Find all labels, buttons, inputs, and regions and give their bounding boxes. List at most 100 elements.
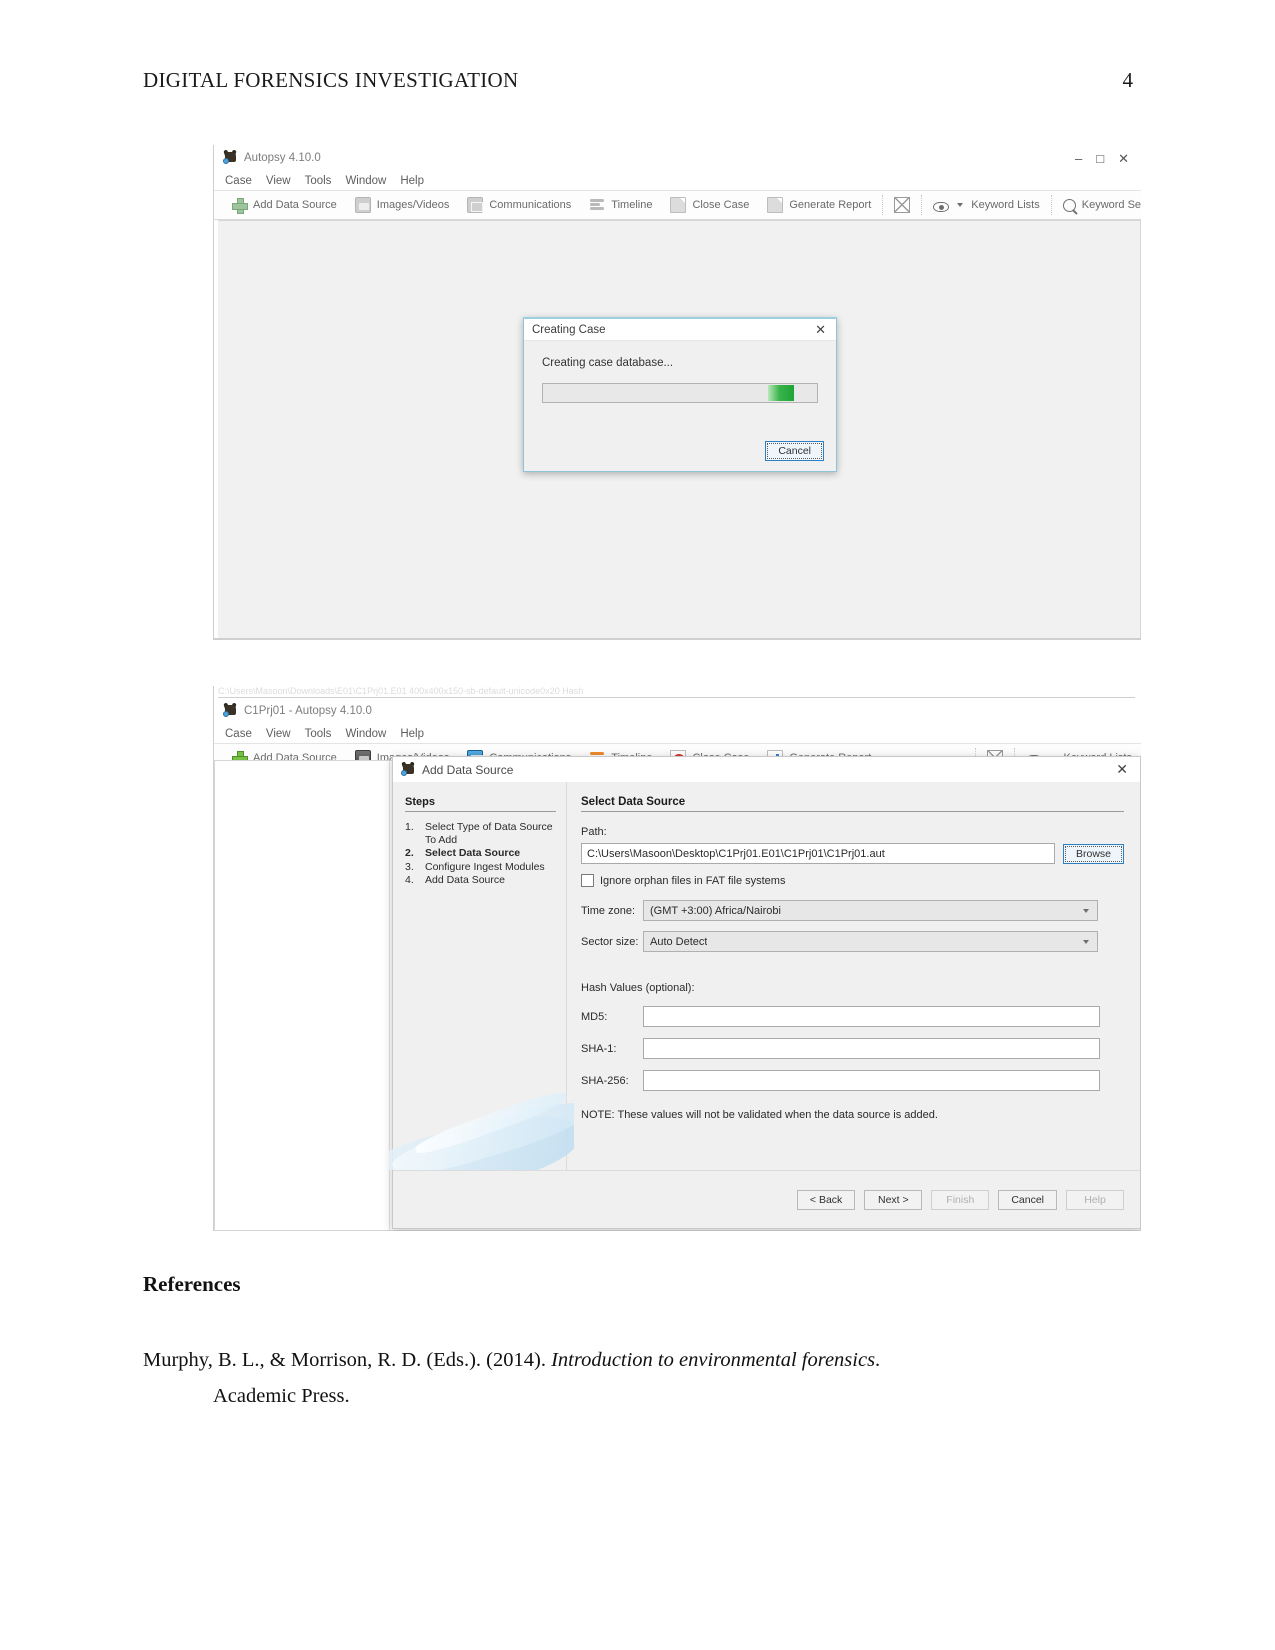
close-case-icon — [670, 197, 687, 213]
md5-label: MD5: — [581, 1010, 608, 1023]
sha256-label: SHA-256: — [581, 1074, 629, 1087]
toolbar-generate-report-label: Generate Report — [789, 199, 872, 211]
menu-item-help[interactable]: Help — [400, 728, 424, 740]
timezone-select[interactable]: (GMT +3:00) Africa/Nairobi — [643, 900, 1098, 921]
toolbar-keyword-lists-label: Keyword Lists — [971, 199, 1040, 211]
wizard-step-3[interactable]: 3. Configure Ingest Modules — [405, 861, 556, 874]
wizard-step-2[interactable]: 2. Select Data Source — [405, 847, 556, 860]
toolbar-communications[interactable]: Communications — [458, 197, 580, 213]
ignore-orphan-checkbox-row[interactable]: Ignore orphan files in FAT file systems — [581, 874, 1124, 887]
step-2-label: Select Data Source — [425, 847, 521, 859]
reference-title: Introduction to environmental forensics — [551, 1349, 876, 1371]
timezone-label: Time zone: — [581, 904, 636, 917]
minimize-button[interactable]: – — [1075, 152, 1082, 165]
images-videos-icon — [354, 197, 371, 213]
toolbar-close-case[interactable]: Close Case — [661, 197, 758, 213]
wizard-decorative-artwork — [389, 1050, 574, 1170]
ignore-orphan-checkbox[interactable] — [581, 874, 594, 887]
menu-item-case[interactable]: Case — [225, 728, 252, 740]
sha1-label: SHA-1: — [581, 1042, 617, 1055]
cancel-button[interactable]: Cancel — [765, 441, 824, 461]
wizard-cancel-button[interactable]: Cancel — [998, 1189, 1057, 1210]
autopsy-icon — [223, 149, 238, 165]
reference-entry: Murphy, B. L., & Morrison, R. D. (Eds.).… — [143, 1342, 1071, 1414]
close-icon[interactable]: ✕ — [809, 322, 832, 338]
toolbar-generate-report[interactable]: Generate Report — [758, 197, 880, 213]
window1-title: Autopsy 4.10.0 — [244, 152, 321, 164]
wizard-titlebar: Add Data Source ✕ — [393, 757, 1140, 782]
next-button[interactable]: Next > — [864, 1189, 923, 1210]
toolbar-images-videos[interactable]: Images/Videos — [346, 197, 459, 213]
hash-note: NOTE: These values will not be validated… — [581, 1109, 938, 1121]
reference-publisher: Academic Press. — [213, 1385, 350, 1407]
timezone-value: (GMT +3:00) Africa/Nairobi — [650, 904, 781, 917]
chevron-down-icon — [957, 203, 964, 207]
creating-case-dialog: Creating Case ✕ Creating case database..… — [523, 317, 837, 472]
step-4-number: 4. — [405, 874, 414, 886]
menu-item-case[interactable]: Case — [225, 175, 252, 187]
wizard-title: Add Data Source — [422, 762, 514, 777]
menu-item-window[interactable]: Window — [345, 175, 386, 187]
autopsy-window-add-data-source: C:\Users\Masoon\Downloads\E01\C1Prj01.E0… — [213, 686, 1141, 1231]
close-icon[interactable]: ✕ — [1108, 761, 1136, 778]
toolbar-communications-label: Communications — [489, 199, 572, 211]
menu-item-tools[interactable]: Tools — [305, 175, 332, 187]
window1-bottom-edge — [214, 638, 1141, 640]
window1-left-rail — [214, 220, 218, 640]
menu-item-view[interactable]: View — [266, 175, 291, 187]
search-icon — [1062, 198, 1076, 212]
page-number: 4 — [1122, 68, 1134, 92]
generate-report-icon — [767, 197, 784, 213]
ghost-text-row: C:\Users\Masoon\Downloads\E01\C1Prj01.E0… — [218, 686, 1135, 698]
window2-tree-panel — [215, 761, 390, 1230]
path-input[interactable]: C:\Users\Masoon\Desktop\C1Prj01.E01\C1Pr… — [581, 843, 1055, 864]
window1-titlebar: Autopsy 4.10.0 – □ ✕ — [214, 145, 1141, 171]
sector-size-value: Auto Detect — [650, 935, 708, 948]
toolbar-add-data-source-label: Add Data Source — [253, 199, 337, 211]
document-header: DIGITAL FORENSICS INVESTIGATION 4 — [143, 68, 1133, 93]
back-button[interactable]: < Back — [796, 1189, 856, 1210]
mail-icon — [894, 197, 911, 213]
window2-title: C1Prj01 - Autopsy 4.10.0 — [244, 705, 372, 717]
timeline-icon — [589, 197, 605, 213]
md5-input[interactable] — [643, 1006, 1100, 1027]
reference-authors-year: Murphy, B. L., & Morrison, R. D. (Eds.).… — [143, 1349, 552, 1371]
creating-case-title: Creating Case — [532, 323, 606, 336]
creating-case-message: Creating case database... — [542, 357, 674, 369]
toolbar-timeline[interactable]: Timeline — [580, 197, 661, 213]
panel-header: Select Data Source — [581, 796, 1124, 812]
menu-item-tools[interactable]: Tools — [305, 728, 332, 740]
chevron-down-icon — [1083, 939, 1089, 944]
sha256-input[interactable] — [643, 1070, 1100, 1091]
maximize-button[interactable]: □ — [1096, 152, 1104, 165]
chevron-down-icon — [1083, 908, 1089, 913]
menu-item-view[interactable]: View — [266, 728, 291, 740]
toolbar-add-data-source[interactable]: Add Data Source — [222, 197, 346, 214]
menu-item-window[interactable]: Window — [345, 728, 386, 740]
plus-icon — [231, 197, 248, 214]
eye-icon — [933, 201, 950, 212]
toolbar-mail[interactable] — [885, 197, 919, 213]
toolbar-timeline-label: Timeline — [611, 199, 653, 211]
steps-header: Steps — [405, 796, 556, 812]
window1-toolbar: Add Data Source Images/Videos Communicat… — [214, 190, 1141, 220]
toolbar-keyword-lists[interactable]: Keyword Lists — [924, 199, 1048, 212]
menu-item-help[interactable]: Help — [400, 175, 424, 187]
step-1-label: Select Type of Data Source To Add — [425, 821, 553, 846]
wizard-step-1[interactable]: 1. Select Type of Data Source To Add — [405, 821, 556, 846]
browse-button[interactable]: Browse — [1062, 843, 1124, 864]
reference-title-period: . — [875, 1349, 881, 1371]
step-3-label: Configure Ingest Modules — [425, 860, 545, 873]
wizard-steps-panel: Steps 1. Select Type of Data Source To A… — [389, 782, 574, 1170]
wizard-step-4[interactable]: 4. Add Data Source — [405, 874, 556, 887]
progress-bar-chunk — [767, 385, 794, 401]
wizard-content-panel: Select Data Source Path: C:\Users\Masoon… — [567, 782, 1140, 1170]
toolbar-keyword-search[interactable]: Keyword Search — [1054, 198, 1141, 212]
window2-menubar: Case View Tools Window Help — [214, 724, 1141, 743]
sector-size-select[interactable]: Auto Detect — [643, 931, 1098, 952]
sha1-input[interactable] — [643, 1038, 1100, 1059]
hash-values-header: Hash Values (optional): — [581, 982, 695, 994]
step-2-number: 2. — [405, 847, 414, 859]
close-button[interactable]: ✕ — [1118, 152, 1129, 165]
toolbar-images-videos-label: Images/Videos — [376, 199, 450, 211]
